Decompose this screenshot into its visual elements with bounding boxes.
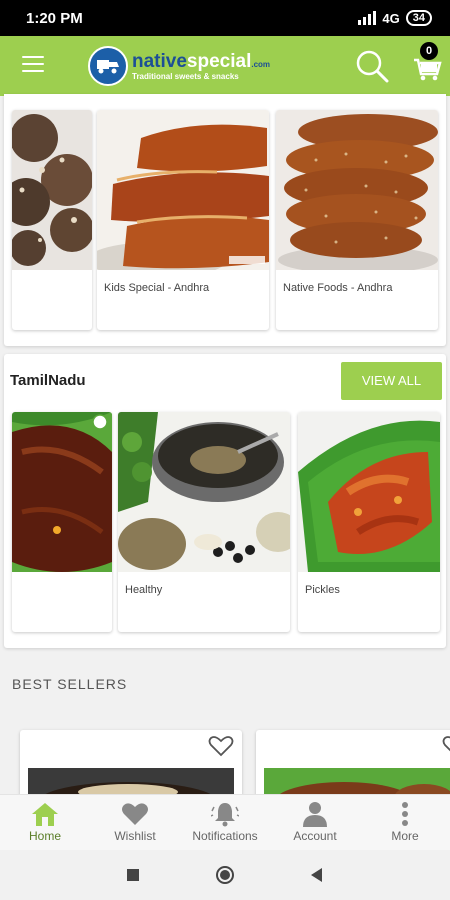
product-card[interactable]: Native Foods - Andhra bbox=[276, 110, 438, 330]
nav-label: Home bbox=[28, 829, 61, 843]
nav-wishlist[interactable]: Wishlist bbox=[90, 795, 180, 850]
logo[interactable]: nativespecial.com Traditional sweets & s… bbox=[88, 46, 270, 86]
logo-cart-icon bbox=[88, 46, 128, 86]
search-icon[interactable] bbox=[354, 48, 390, 84]
nav-label: Notifications bbox=[192, 829, 258, 843]
product-image bbox=[12, 110, 92, 270]
section-title: TamilNadu bbox=[10, 372, 86, 389]
category-section-tamilnadu: TamilNadu VIEW ALL Healthy Pickles bbox=[4, 354, 446, 648]
home-icon bbox=[31, 801, 59, 827]
status-bar: 1:20 PM 4G 34 bbox=[0, 0, 450, 36]
wishlist-heart-icon[interactable] bbox=[208, 734, 234, 758]
app-bar: nativespecial.com Traditional sweets & s… bbox=[0, 36, 450, 96]
product-label: Native Foods - Andhra bbox=[283, 282, 393, 294]
nav-home[interactable]: Home bbox=[0, 795, 90, 850]
nav-more[interactable]: More bbox=[360, 795, 450, 850]
product-label: Pickles bbox=[305, 584, 340, 596]
category-section-andhra: Kids Special - Andhra Native Foods - And bbox=[4, 94, 446, 346]
network-type: 4G bbox=[382, 10, 400, 26]
product-card[interactable]: Kids Special - Andhra bbox=[97, 110, 269, 330]
cart-count-badge: 0 bbox=[420, 42, 438, 60]
bottom-navigation: Home Wishlist Notifications Account More bbox=[0, 794, 450, 850]
menu-icon[interactable] bbox=[22, 56, 44, 74]
product-image bbox=[97, 110, 269, 270]
system-navigation-bar bbox=[0, 850, 450, 900]
nav-label: More bbox=[391, 829, 419, 843]
battery-icon: 34 bbox=[405, 10, 432, 26]
product-image bbox=[12, 412, 112, 572]
more-vertical-icon bbox=[391, 801, 419, 827]
product-card[interactable]: Pickles bbox=[298, 412, 440, 632]
nav-account[interactable]: Account bbox=[270, 795, 360, 850]
recents-icon[interactable] bbox=[124, 866, 142, 884]
logo-tagline: Traditional sweets & snacks bbox=[132, 71, 239, 81]
product-card[interactable] bbox=[12, 110, 92, 330]
product-image bbox=[118, 412, 290, 572]
product-card[interactable]: Healthy bbox=[118, 412, 290, 632]
product-image bbox=[298, 412, 440, 572]
status-time: 1:20 PM bbox=[26, 10, 83, 27]
logo-name: nativespecial.com bbox=[132, 50, 271, 72]
back-icon[interactable] bbox=[308, 866, 326, 884]
nav-label: Wishlist bbox=[114, 829, 156, 843]
nav-notifications[interactable]: Notifications bbox=[180, 795, 270, 850]
product-card[interactable] bbox=[12, 412, 112, 632]
person-icon bbox=[301, 801, 329, 827]
product-label: Healthy bbox=[125, 584, 163, 596]
heart-icon bbox=[121, 801, 149, 827]
best-sellers-title: BEST SELLERS bbox=[12, 676, 128, 692]
product-label: Kids Special - Andhra bbox=[104, 282, 210, 294]
product-image bbox=[276, 110, 438, 270]
bell-icon bbox=[210, 801, 240, 827]
view-all-button[interactable]: VIEW ALL bbox=[341, 362, 442, 400]
best-seller-card[interactable] bbox=[256, 730, 450, 800]
signal-icon bbox=[358, 11, 377, 25]
cart-button[interactable]: 0 bbox=[412, 42, 442, 82]
best-seller-card[interactable] bbox=[20, 730, 242, 800]
status-icons: 4G 34 bbox=[358, 9, 432, 27]
nav-label: Account bbox=[293, 829, 337, 843]
home-circle-icon[interactable] bbox=[215, 865, 235, 885]
wishlist-heart-icon[interactable] bbox=[442, 734, 450, 758]
